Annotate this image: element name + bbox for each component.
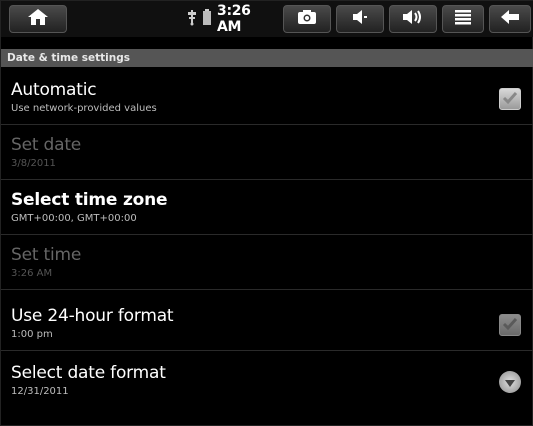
setting-date-format[interactable]: Select date format 12/31/2011	[1, 354, 533, 408]
device-screen: 3:26 AM Date & time settings Automatic U…	[0, 0, 533, 426]
volume-down-icon	[351, 9, 369, 29]
back-icon	[500, 9, 520, 29]
battery-icon	[203, 9, 211, 29]
section-header: Date & time settings	[1, 49, 533, 67]
dropdown-indicator[interactable]	[499, 371, 521, 393]
volume-down-button[interactable]	[336, 5, 384, 33]
usb-icon	[187, 8, 197, 30]
setting-summary: 3/8/2011	[11, 158, 56, 169]
screenshot-button[interactable]	[283, 5, 331, 33]
home-button[interactable]	[9, 5, 67, 33]
setting-title: Automatic	[11, 80, 97, 100]
setting-summary: Use network-provided values	[11, 103, 157, 114]
camera-icon	[297, 9, 317, 29]
setting-title: Select time zone	[11, 190, 168, 210]
setting-24-hour-format[interactable]: Use 24-hour format 1:00 pm	[1, 297, 533, 351]
status-indicators: 3:26 AM	[187, 3, 279, 35]
home-icon	[27, 8, 49, 30]
setting-set-time: Set time 3:26 AM	[1, 236, 533, 290]
menu-button[interactable]	[442, 5, 484, 33]
setting-summary: 12/31/2011	[11, 386, 69, 397]
setting-title: Use 24-hour format	[11, 306, 174, 326]
setting-title: Set date	[11, 135, 82, 155]
setting-summary: 1:00 pm	[11, 329, 53, 340]
volume-up-icon	[401, 8, 425, 30]
volume-up-button[interactable]	[389, 5, 437, 33]
back-button[interactable]	[489, 5, 531, 33]
setting-automatic[interactable]: Automatic Use network-provided values	[1, 71, 533, 125]
automatic-checkbox[interactable]	[499, 88, 521, 110]
setting-time-zone[interactable]: Select time zone GMT+00:00, GMT+00:00	[1, 181, 533, 235]
setting-title: Select date format	[11, 363, 166, 383]
setting-set-date: Set date 3/8/2011	[1, 126, 533, 180]
setting-title: Set time	[11, 245, 82, 265]
setting-summary: 3:26 AM	[11, 268, 53, 279]
clock: 3:26 AM	[217, 3, 251, 35]
system-bar: 3:26 AM	[1, 1, 533, 37]
chevron-down-icon	[504, 373, 516, 392]
checkmark-icon	[502, 90, 518, 109]
menu-icon	[454, 9, 472, 29]
setting-summary: GMT+00:00, GMT+00:00	[11, 213, 137, 224]
24-hour-checkbox[interactable]	[499, 314, 521, 336]
checkmark-icon	[502, 316, 518, 335]
